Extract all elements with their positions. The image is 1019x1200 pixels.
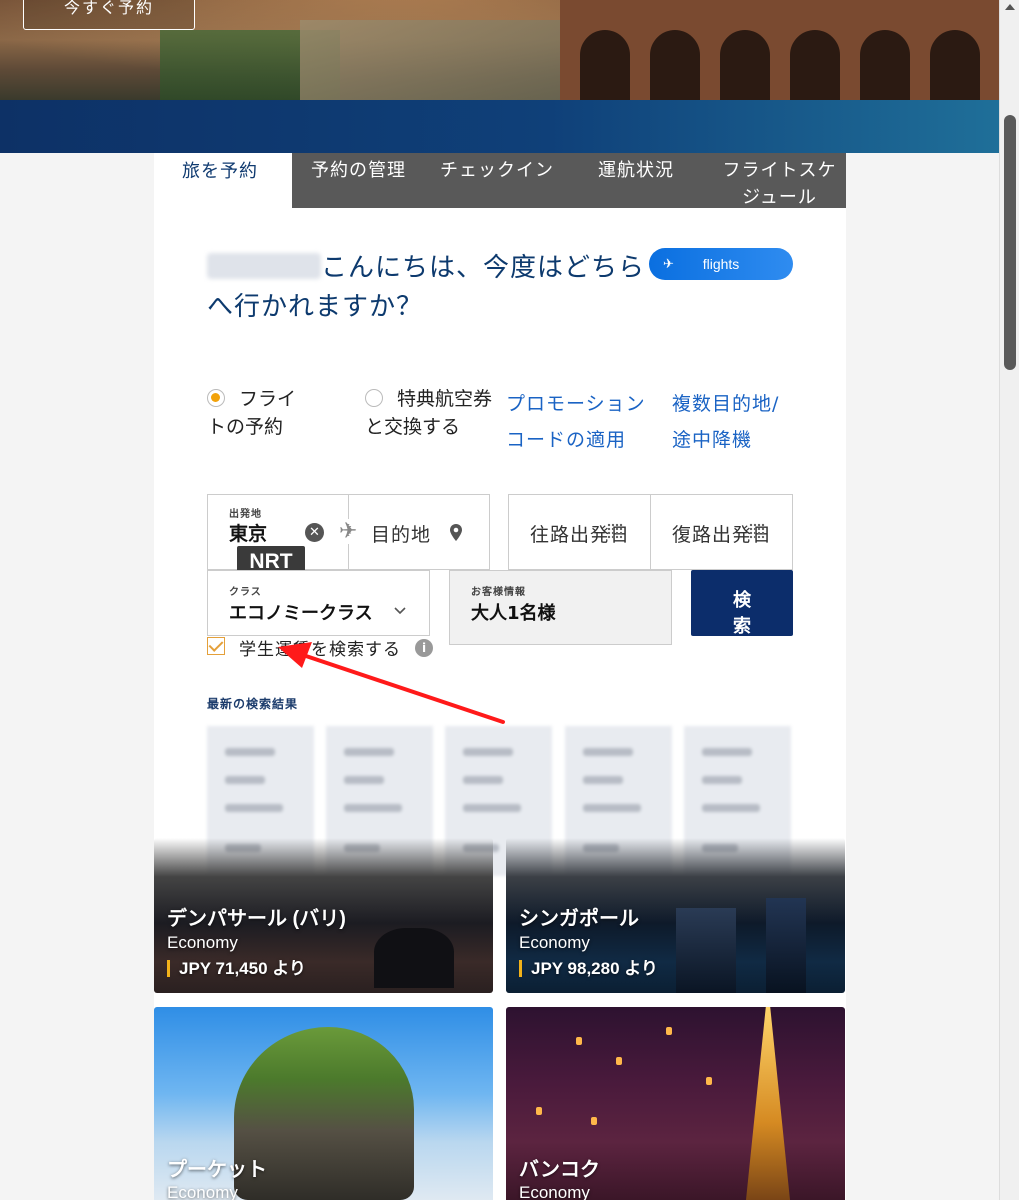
passengers-label: お客様情報 [471, 587, 526, 598]
origin-label: 出発地 [229, 509, 262, 520]
tab-flight-schedule-line2: ジュール [742, 187, 817, 208]
tabs-inactive-group: 予約の管理 チェックイン 運航状況 フライトスケ ジュール [292, 153, 846, 208]
student-fare-label[interactable]: 学生運賃を検索する [239, 635, 401, 660]
recent-searches-title: 最新の検索結果 [207, 697, 299, 711]
tab-flight-schedule[interactable]: フライトスケ ジュール [717, 157, 842, 211]
promo-code-link[interactable]: プロモーション コードの適用 [506, 386, 646, 458]
destination-card-bangkok[interactable]: バンコク Economy [506, 1007, 845, 1200]
option-flight-booking-label[interactable]: フライ トの予約 [207, 385, 296, 441]
greeting-line2: へ行かれますか？ [207, 292, 424, 322]
calendar-icon [749, 523, 765, 539]
destination-card-singapore[interactable]: シンガポール Economy JPY 98,280 より [506, 838, 845, 993]
flights-badge[interactable]: ✈ flights [649, 248, 793, 280]
calendar-icon [607, 523, 623, 539]
option-flight-line1: フライ [239, 388, 297, 410]
search-button[interactable]: 検 索 [691, 570, 793, 636]
sky-lantern-icon [576, 1037, 582, 1045]
destination-placeholder: 目的地 [371, 524, 432, 546]
destination-name: デンパサール (バリ) [167, 908, 346, 930]
info-icon[interactable]: i [415, 639, 433, 657]
chevron-down-icon [394, 607, 406, 615]
search-button-line1: 検 [733, 590, 751, 611]
search-button-line2: 索 [733, 616, 751, 636]
destination-class: Economy [167, 1183, 238, 1200]
tab-flight-schedule-line1: フライトスケ [722, 160, 837, 181]
flights-badge-label: flights [702, 256, 740, 272]
cabin-value: エコノミークラス [229, 603, 373, 624]
destination-class: Economy [519, 933, 590, 952]
option-award-line1: 特典航空券 [397, 388, 493, 410]
user-name-blurred [207, 253, 321, 279]
plane-icon: ✈ [339, 519, 358, 544]
destination-name: シンガポール [519, 908, 639, 930]
tab-flight-status[interactable]: 運航状況 [598, 157, 674, 184]
multi-city-link[interactable]: 複数目的地/ 途中降機 [672, 386, 779, 458]
passengers-field[interactable]: お客様情報 大人1名様 [449, 570, 672, 645]
return-date-field[interactable]: 復路出発日 [650, 494, 793, 570]
option-award-line2: と交換する [365, 416, 461, 438]
promo-line1: プロモーション [506, 393, 646, 415]
promo-line2: コードの適用 [506, 429, 627, 451]
hero-banner: 今すぐ予約 [0, 0, 999, 100]
plane-icon: ✈ [663, 256, 674, 271]
destination-card-denpasar[interactable]: デンパサール (バリ) Economy JPY 71,450 より [154, 838, 493, 993]
option-flight-line2: トの予約 [207, 416, 284, 438]
book-now-button[interactable]: 今すぐ予約 [23, 0, 195, 30]
destination-name: バンコク [519, 1159, 600, 1181]
destination-card-phuket[interactable]: プーケット Economy [154, 1007, 493, 1200]
singapore-tower [676, 908, 736, 993]
destination-price: JPY 98,280 より [519, 960, 658, 977]
tab-check-in[interactable]: チェックイン [440, 157, 554, 184]
greeting-heading: こんにちは、今度はどちら へ行かれますか？ [207, 249, 647, 327]
singapore-tower [766, 898, 806, 993]
scrollbar-thumb[interactable] [1004, 115, 1016, 370]
location-pin-icon [450, 524, 462, 541]
multi-line1: 複数目的地/ [672, 393, 780, 415]
greeting-line1: こんにちは、今度はどちら [321, 253, 646, 283]
denpasar-silhouette [374, 928, 454, 988]
destination-class: Economy [167, 933, 238, 952]
multi-line2: 途中降機 [672, 429, 753, 451]
hero-blue-band [0, 100, 999, 153]
option-award-ticket-label[interactable]: 特典航空券 と交換する [365, 385, 492, 441]
destination-class: Economy [519, 1183, 590, 1200]
student-fare-checkbox[interactable] [207, 637, 225, 655]
page-scrollbar[interactable] [999, 0, 1019, 1200]
depart-date-field[interactable]: 往路出発日 [508, 494, 651, 570]
cabin-label: クラス [229, 587, 262, 598]
scroll-up-icon[interactable] [1005, 4, 1015, 10]
tab-book-trip[interactable]: 旅を予約 [154, 153, 292, 208]
cabin-class-select[interactable]: クラス エコノミークラス [207, 570, 430, 636]
passengers-value: 大人1名様 [471, 603, 556, 624]
hero-plaza [300, 20, 560, 100]
origin-value: 東京 [229, 523, 268, 545]
destination-field[interactable]: ✈ 目的地 [339, 494, 490, 570]
booking-tabs: 旅を予約 予約の管理 チェックイン 運航状況 フライトスケ ジュール [154, 153, 846, 208]
destination-price: JPY 71,450 より [167, 960, 306, 977]
hero-colosseum [560, 0, 999, 100]
bangkok-temple [746, 1007, 790, 1200]
clear-icon[interactable]: ✕ [305, 523, 324, 542]
destination-name: プーケット [167, 1159, 267, 1181]
tab-manage-booking[interactable]: 予約の管理 [311, 157, 406, 184]
